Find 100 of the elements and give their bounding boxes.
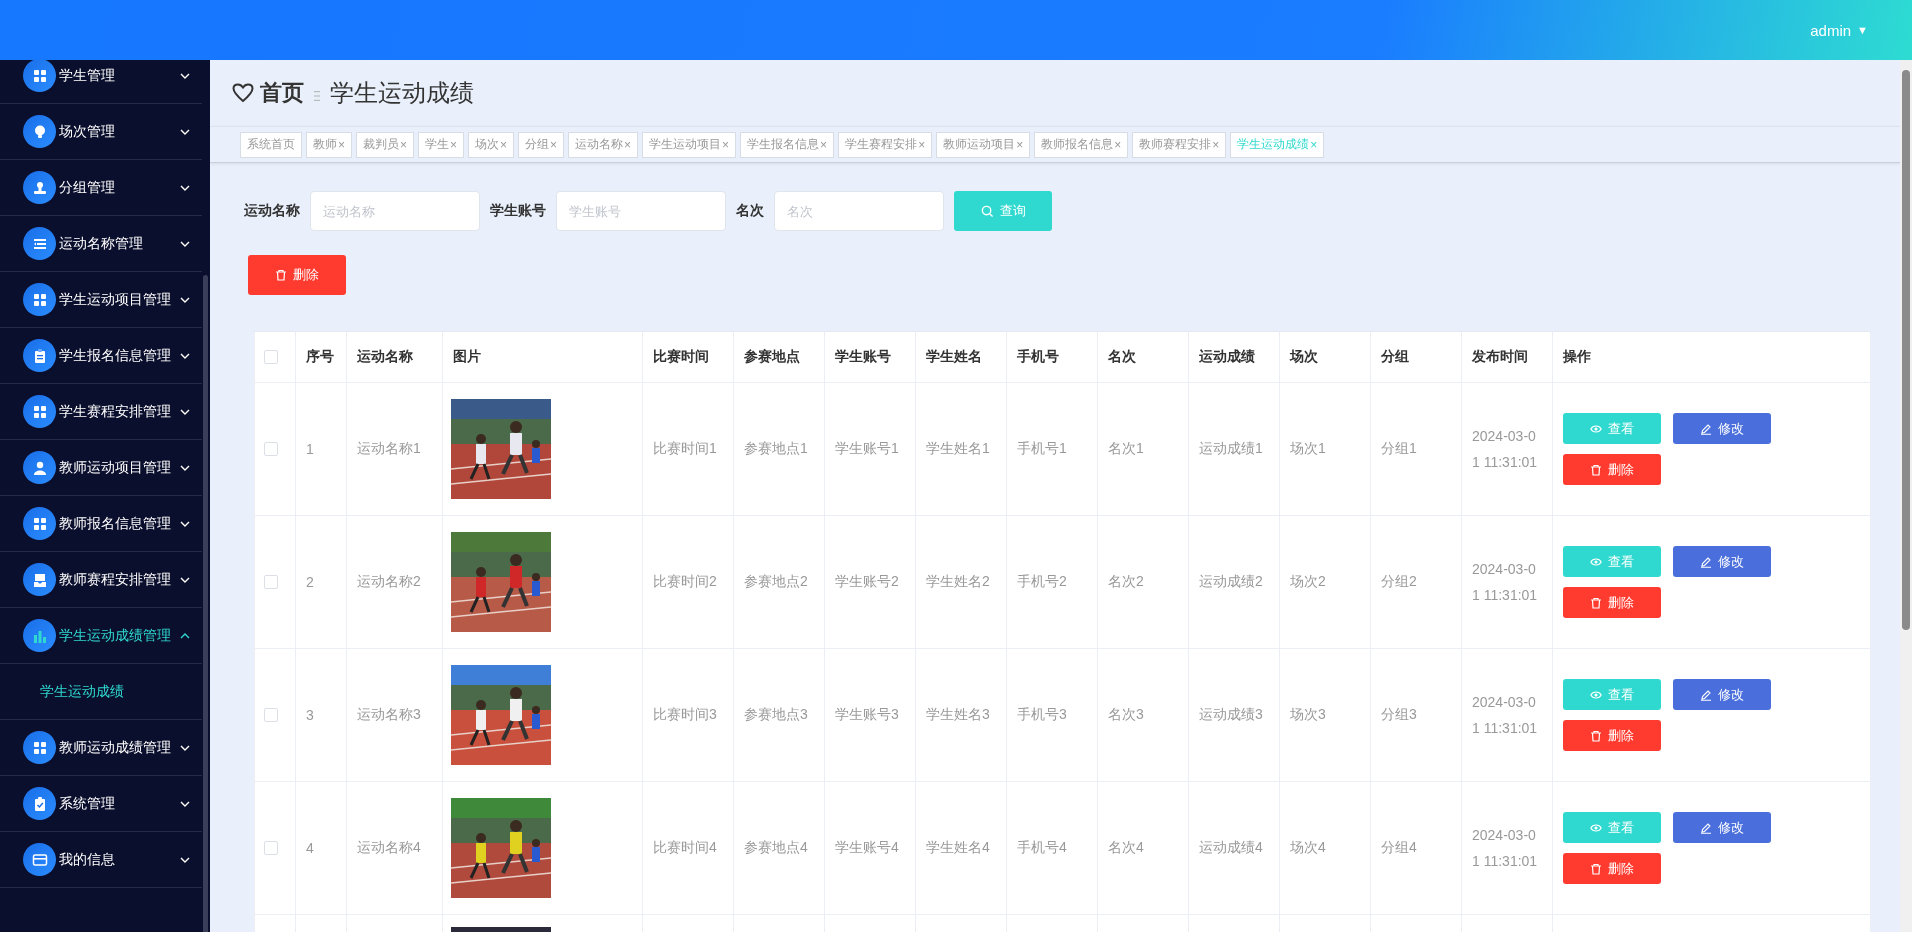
sidebar-item[interactable]: 系统管理 (0, 776, 202, 832)
delete-button[interactable]: 删除 (1563, 853, 1661, 884)
table-cell: 学生账号4 (824, 781, 916, 915)
table-cell: 运动成绩4 (1188, 781, 1280, 915)
edit-button[interactable]: 修改 (1673, 546, 1771, 577)
table-cell: 手机号2 (1006, 515, 1098, 649)
page-tab[interactable]: 场次× (468, 131, 515, 158)
page-tab[interactable]: 学生赛程安排× (838, 131, 933, 158)
breadcrumb-current: 学生运动成绩 (330, 77, 474, 108)
table-cell: 场次1 (1279, 382, 1371, 516)
delete-button[interactable]: 删除 (1563, 454, 1661, 485)
sidebar-item[interactable]: 场次管理 (0, 104, 202, 160)
table-cell: 分组3 (1370, 648, 1462, 782)
table-cell: 3 (295, 648, 347, 782)
column-header: 比赛时间 (642, 332, 734, 383)
table-cell: 2024-03-01 11:31:01 (1461, 781, 1553, 915)
table-cell: 2024-03-01 11:31:01 (1461, 648, 1553, 782)
sidebar-item[interactable]: 运动名称管理 (0, 216, 202, 272)
table-cell: 名次1 (1097, 382, 1189, 516)
table-cell: 学生姓名4 (915, 781, 1007, 915)
page-tab[interactable]: 教师报名信息× (1034, 131, 1129, 158)
table-cell: 运动成绩2 (1188, 515, 1280, 649)
page-tab[interactable]: 运动名称× (568, 131, 639, 158)
table-cell: 比赛时间1 (642, 382, 734, 516)
sidebar-item[interactable]: 学生赛程安排管理 (0, 384, 202, 440)
edit-button[interactable]: 修改 (1673, 413, 1771, 444)
sidebar-item[interactable]: 学生管理 (0, 60, 202, 104)
table-cell: 运动名称3 (346, 648, 443, 782)
table-cell: 运动名称1 (346, 382, 443, 516)
table-cell: 学生账号3 (824, 648, 916, 782)
delete-button[interactable]: 删除 (1563, 587, 1661, 618)
table-cell: 学生姓名3 (915, 648, 1007, 782)
column-header: 分组 (1370, 332, 1462, 383)
page-tab[interactable]: 学生运动项目× (642, 131, 737, 158)
table-cell: 2024-03-01 11:31:01 (1461, 515, 1553, 649)
table-cell: 场次3 (1279, 648, 1371, 782)
sidebar-item[interactable]: 学生运动项目管理 (0, 272, 202, 328)
table-cell: 学生姓名1 (915, 382, 1007, 516)
page-tab[interactable]: 分组× (518, 131, 565, 158)
table-cell: 参赛地点1 (733, 382, 825, 516)
column-header: 手机号 (1006, 332, 1098, 383)
sidebar-subitem[interactable]: 学生运动成绩 (0, 664, 202, 720)
edit-button[interactable]: 修改 (1673, 812, 1771, 843)
table-cell: 比赛时间4 (642, 781, 734, 915)
table-cell: 参赛地点3 (733, 648, 825, 782)
search-field[interactable]: 学生账号 (556, 191, 726, 231)
table-cell: 比赛时间2 (642, 515, 734, 649)
table-cell: 运动名称2 (346, 515, 443, 649)
user-menu[interactable]: admin ▼ (1810, 21, 1868, 39)
search-field[interactable]: 运动名称 (310, 191, 480, 231)
table-cell: 参赛地点4 (733, 781, 825, 915)
table-cell: 场次2 (1279, 515, 1371, 649)
table-cell: 名次2 (1097, 515, 1189, 649)
table-cell: 场次4 (1279, 781, 1371, 915)
delete-button[interactable]: 删除 (1563, 720, 1661, 751)
table-cell: 分组1 (1370, 382, 1462, 516)
column-header: 序号 (295, 332, 347, 383)
sidebar-item[interactable]: 教师赛程安排管理 (0, 552, 202, 608)
column-header: 学生姓名 (915, 332, 1007, 383)
sidebar-item[interactable]: 教师运动成绩管理 (0, 720, 202, 776)
column-header: 名次 (1097, 332, 1189, 383)
table-cell: 学生账号2 (824, 515, 916, 649)
delete-button[interactable]: 删除 (248, 255, 346, 295)
table-cell: 参赛地点2 (733, 515, 825, 649)
table-cell: 分组2 (1370, 515, 1462, 649)
page-tab[interactable]: 教师赛程安排× (1132, 131, 1227, 158)
page-tab[interactable]: 裁判员× (356, 131, 415, 158)
sidebar-item[interactable]: 学生运动成绩管理 (0, 608, 202, 664)
search-field[interactable]: 名次 (774, 191, 944, 231)
column-header: 运动成绩 (1188, 332, 1280, 383)
table-cell: 手机号3 (1006, 648, 1098, 782)
table-cell: 名次4 (1097, 781, 1189, 915)
table-cell: 学生姓名2 (915, 515, 1007, 649)
table-cell: 运动成绩1 (1188, 382, 1280, 516)
table-cell: 1 (295, 382, 347, 516)
sidebar-item[interactable]: 分组管理 (0, 160, 202, 216)
table-cell: 4 (295, 781, 347, 915)
field-label: 运动名称 (244, 202, 300, 220)
page-tab[interactable]: 教师运动项目× (936, 131, 1031, 158)
sidebar-item[interactable]: 学生报名信息管理 (0, 328, 202, 384)
column-header: 场次 (1279, 332, 1371, 383)
page-tab[interactable]: 教师× (306, 131, 352, 158)
table-cell: 2 (295, 515, 347, 649)
field-label: 名次 (736, 202, 764, 220)
sidebar-item[interactable]: 教师报名信息管理 (0, 496, 202, 552)
table-cell: 分组4 (1370, 781, 1462, 915)
page-tab[interactable]: 学生运动成绩× (1230, 131, 1325, 158)
column-header: 运动名称 (346, 332, 443, 383)
table-cell: 名次3 (1097, 648, 1189, 782)
sidebar-item[interactable]: 我的信息 (0, 832, 202, 888)
sidebar-item[interactable]: 教师运动项目管理 (0, 440, 202, 496)
table-cell: 手机号4 (1006, 781, 1098, 915)
page-tab[interactable]: 学生× (418, 131, 465, 158)
breadcrumb-home[interactable]: 首页 (260, 77, 304, 108)
field-label: 学生账号 (490, 202, 546, 220)
page-tab[interactable]: 系统首页 (240, 131, 302, 158)
column-header: 图片 (442, 332, 643, 383)
edit-button[interactable]: 修改 (1673, 679, 1771, 710)
table-cell: 运动名称4 (346, 781, 443, 915)
page-tab[interactable]: 学生报名信息× (740, 131, 835, 158)
